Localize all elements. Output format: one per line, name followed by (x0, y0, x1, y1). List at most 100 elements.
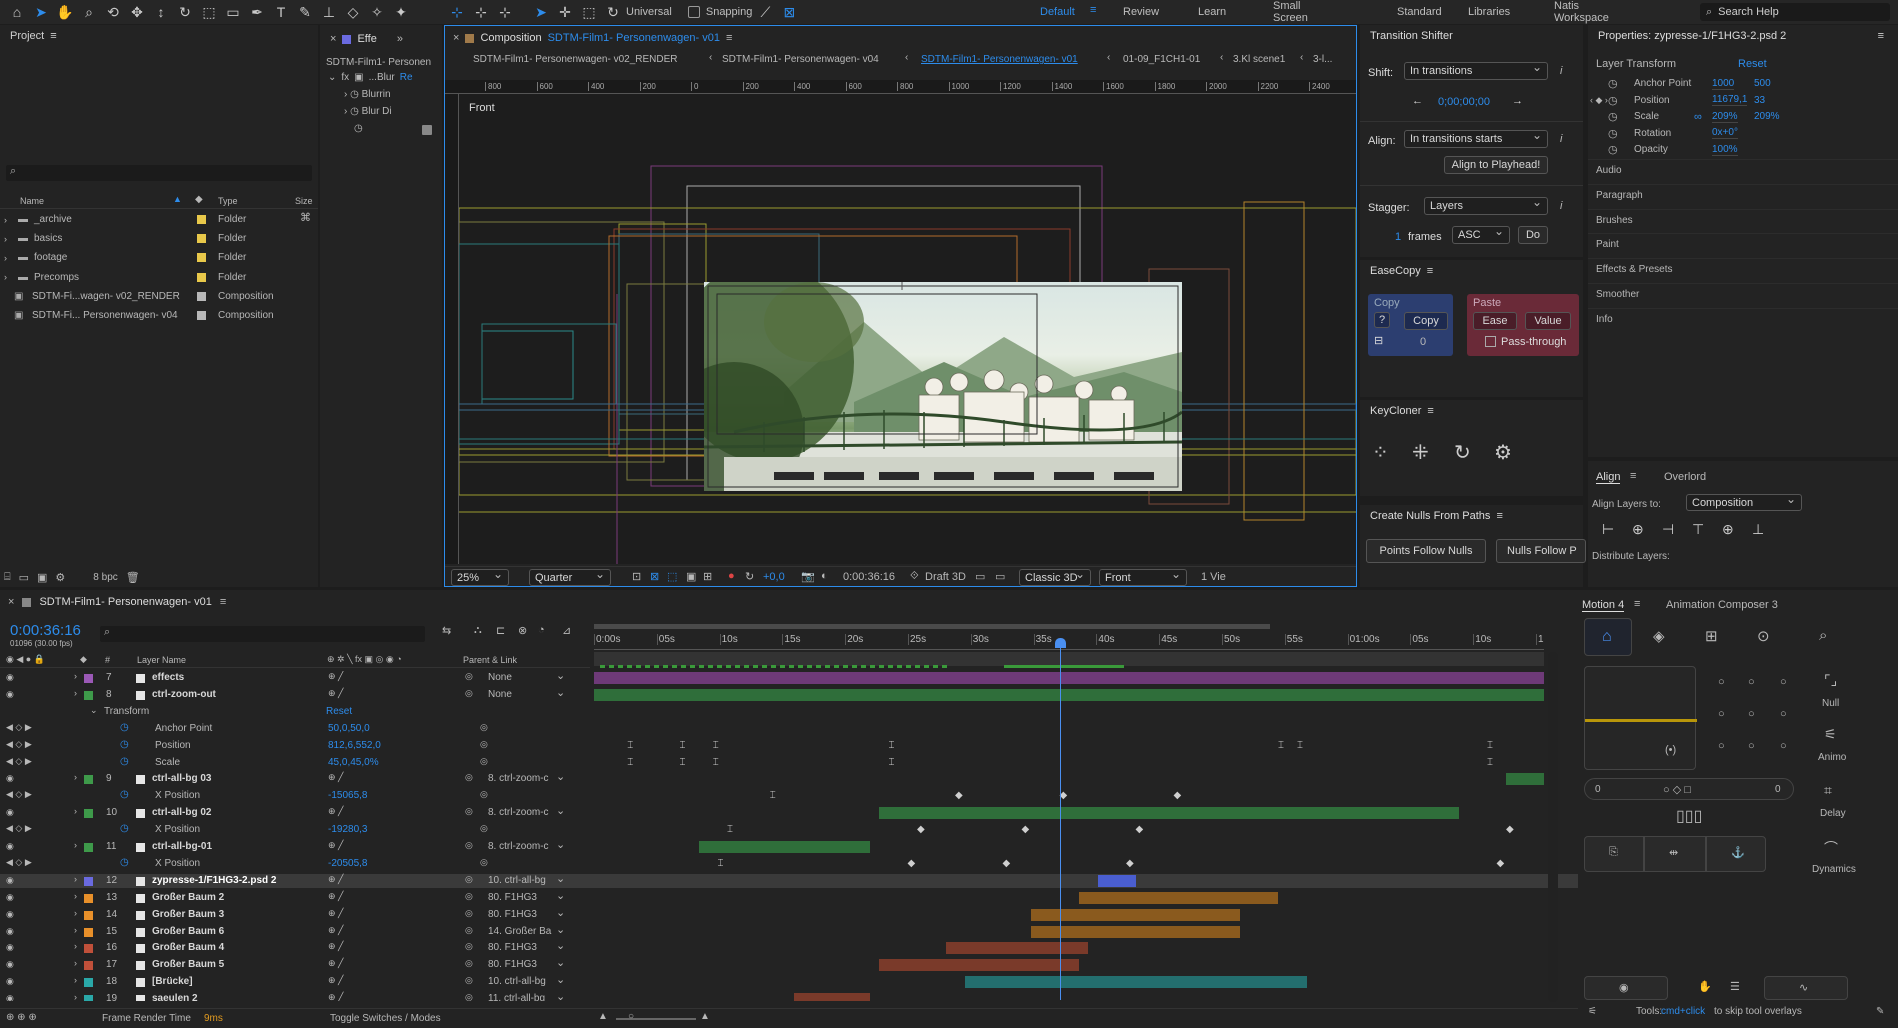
anchor-dot-icon[interactable]: ○ (1748, 708, 1755, 720)
universal-move-icon[interactable]: ➤ (530, 1, 552, 23)
stopwatch-icon[interactable]: ◷ (1608, 77, 1618, 90)
keyframe-icon[interactable]: ⌶ (713, 740, 719, 751)
expand-arrow-icon[interactable]: › (74, 891, 77, 901)
motion-tab[interactable]: Motion 4 (1582, 599, 1625, 612)
expand-arrow-icon[interactable]: › (74, 908, 77, 918)
parent-pickwhip-icon[interactable]: ◎ (465, 975, 473, 986)
axis-local-icon[interactable]: ⊹ (446, 1, 468, 23)
panel-menu-icon[interactable]: ≡ (1630, 470, 1636, 482)
label-swatch[interactable] (197, 291, 206, 301)
comp-mini-flowchart-icon[interactable]: ⇆ (442, 624, 451, 637)
keyframe-icon[interactable]: ◆ (1174, 791, 1182, 801)
layer-switches-icon[interactable]: ⊕ ╱ (328, 975, 343, 986)
layer-row[interactable]: ◉ › 12 zypresse-1/F1HG3-2.psd 2 ⊕ ╱ ◎ 10. ctrl… (0, 873, 1580, 888)
dropdown-arrow-icon[interactable]: ⌄ (556, 686, 565, 699)
keyframe-icon[interactable]: ⌶ (1487, 757, 1493, 768)
transform-value-1[interactable]: 1000 (1712, 78, 1735, 90)
layer-name[interactable]: Großer Baum 5 (152, 959, 224, 970)
order-dropdown[interactable]: ASC (1452, 224, 1510, 244)
visibility-icon[interactable]: ◉ (6, 993, 14, 1001)
expand-arrow-icon[interactable]: › (74, 941, 77, 951)
work-area-bar[interactable] (594, 624, 1270, 629)
help-button[interactable]: ? (1374, 312, 1390, 328)
layer-switches-icon[interactable]: ⊕ ╱ (328, 874, 343, 885)
info-icon[interactable]: i (1560, 133, 1562, 145)
axis-world-icon[interactable]: ⊹ (470, 1, 492, 23)
keycloner-settings-icon[interactable]: ⚙ (1494, 440, 1512, 465)
animation-composer-tab[interactable]: Animation Composer 3 (1666, 599, 1778, 611)
motion-curve-box[interactable]: (•) (1584, 666, 1697, 770)
rectangle-tool-icon[interactable]: ▭ (222, 1, 244, 23)
transform-value-1[interactable]: 100% (1712, 144, 1738, 156)
show-snapshot-icon[interactable]: ◐ (821, 570, 828, 582)
snapping-checkbox[interactable] (687, 6, 700, 18)
more-tabs-icon[interactable]: » (397, 33, 403, 45)
stopwatch-icon[interactable]: ◷ (120, 756, 129, 767)
expand-arrow-icon[interactable]: › (4, 253, 7, 263)
keyframe-icon[interactable]: ◆ (1003, 858, 1011, 869)
visibility-icon[interactable]: ◉ (6, 976, 14, 987)
expression-pickwhip-icon[interactable]: ◎ (480, 789, 488, 800)
align-vcenter-icon[interactable]: ⊕ (1722, 521, 1734, 538)
keyframe-icon[interactable]: ⌶ (1487, 740, 1493, 751)
project-item[interactable]: › ▬ basics Folder (0, 230, 318, 247)
playhead[interactable] (1055, 638, 1066, 1000)
region-icon[interactable]: ⊡ (632, 570, 641, 583)
property-value[interactable]: 50,0,50,0 (328, 723, 370, 734)
keyframe-icon[interactable]: ◆ (1126, 858, 1134, 869)
col-name[interactable]: Name (20, 196, 44, 206)
layer-row[interactable]: ◉ › 17 Großer Baum 5 ⊕ ╱ ◎ 80. F1HG3 ⌄ (0, 957, 1580, 972)
transform-value-1[interactable]: 11679,1 (1712, 94, 1748, 107)
label-swatch[interactable] (197, 311, 206, 320)
layer-label-swatch[interactable] (84, 809, 93, 819)
motion-action-1[interactable]: ⎘ (1584, 836, 1644, 872)
layer-switches-icon[interactable]: ⊕ ╱ (328, 671, 343, 682)
mask-icon[interactable]: ⬚ (667, 570, 677, 583)
keyframe-nav-icon[interactable]: ◀ ◇ ▶ (6, 789, 32, 800)
motion-action-3[interactable]: ⚓ (1706, 836, 1766, 872)
layer-label-swatch[interactable] (84, 995, 93, 1001)
anchor-dot-icon[interactable]: ○ (1780, 676, 1787, 688)
layer-name[interactable]: ctrl-all-bg 03 (152, 773, 211, 784)
snap-grid-icon[interactable]: ⊠ (778, 1, 800, 23)
stopwatch-icon[interactable]: ◷ (1608, 127, 1618, 140)
axis-view-icon[interactable]: ⊹ (494, 1, 516, 23)
stopwatch-icon[interactable]: ◷ (1608, 94, 1618, 107)
property-row[interactable]: ⌄ Transform Reset (0, 705, 1580, 719)
layer-name[interactable]: ctrl-all-bg-01 (152, 841, 212, 852)
delay-button[interactable]: ⌗ Delay (1804, 776, 1860, 828)
new-folder-icon[interactable]: ▭ (19, 571, 29, 584)
keyframe-icon[interactable]: ◆ (955, 791, 963, 801)
stopwatch-icon[interactable]: ◷ (350, 106, 359, 117)
parent-pickwhip-icon[interactable]: ◎ (465, 941, 473, 952)
zoom-out-icon[interactable]: ▲ (598, 1011, 608, 1022)
move-icon[interactable]: ✛ (554, 1, 576, 23)
layer-duration-bar[interactable] (698, 841, 870, 853)
align-to-dropdown[interactable]: Composition (1686, 492, 1802, 511)
layer-switches-icon[interactable]: ⊕ ╱ (328, 941, 343, 952)
keyframe-icon[interactable]: ⌶ (889, 757, 895, 768)
effect-row[interactable]: ⌄ fx ▣ ...Blur Re (328, 72, 413, 83)
keyframe-nav-icon[interactable]: ◀ ◇ ▶ (6, 739, 32, 750)
layer-row[interactable]: ◉ › 19 saeulen 2 ⊕ ╱ ◎ 11. ctrl-all-bg ⌄ (0, 991, 1580, 1001)
property-value[interactable]: 45,0,45,0% (328, 757, 379, 768)
close-tab-icon[interactable]: × (453, 32, 459, 44)
eraser-tool-icon[interactable]: ◇ (342, 1, 364, 23)
anchor-dot-icon[interactable]: ○ (1748, 740, 1755, 752)
footer-icons[interactable]: ⊕ ⊕ ⊕ (6, 1012, 37, 1023)
panel-menu-icon[interactable]: ≡ (726, 32, 732, 44)
parent-dropdown[interactable]: 80. F1HG3 (488, 959, 564, 970)
paste-value-button[interactable]: Value (1525, 312, 1571, 330)
zoom-dropdown[interactable]: 25% (451, 567, 509, 586)
collapsed-panel-header[interactable]: Audio (1588, 159, 1898, 181)
text-tool-icon[interactable]: T (270, 1, 292, 23)
stagger-dropdown[interactable]: Layers (1424, 195, 1548, 215)
transform-value-2[interactable]: 500 (1754, 78, 1771, 89)
zoom-in-icon[interactable]: ▲ (700, 1011, 710, 1022)
workspace-small-screen[interactable]: Small Screen (1273, 0, 1308, 24)
bpc-label[interactable]: 8 bpc (93, 572, 117, 583)
views-label[interactable]: 1 Vie (1201, 571, 1226, 583)
stopwatch-icon[interactable]: ◷ (120, 789, 129, 800)
keyframe-icon[interactable]: ⌶ (680, 757, 686, 768)
layer-row[interactable]: ◉ › 18 [Brücke] ⊕ ╱ ◎ 10. ctrl-all-bg ⌄ (0, 974, 1580, 989)
